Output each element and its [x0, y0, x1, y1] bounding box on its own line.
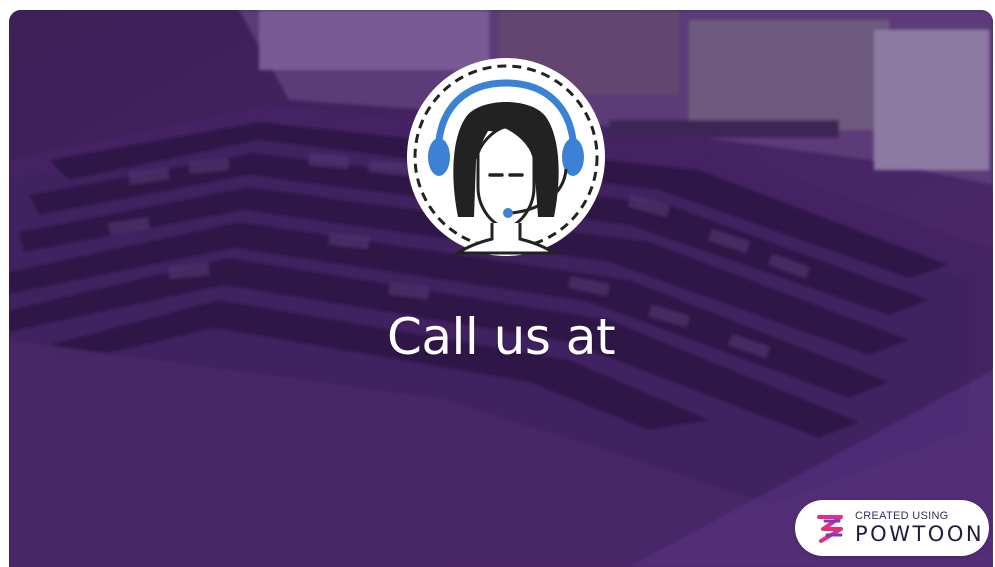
powtoon-brand-label: POWTOON — [855, 522, 985, 546]
support-agent-headset-icon — [407, 58, 605, 256]
call-us-headline: Call us at — [386, 308, 616, 366]
powtoon-logo-icon — [817, 515, 843, 543]
created-using-label: CREATED USING — [855, 510, 949, 522]
powtoon-badge[interactable]: CREATED USING POWTOON — [795, 500, 989, 556]
video-frame: Call us at CREATED USING POWTOON — [9, 10, 993, 567]
